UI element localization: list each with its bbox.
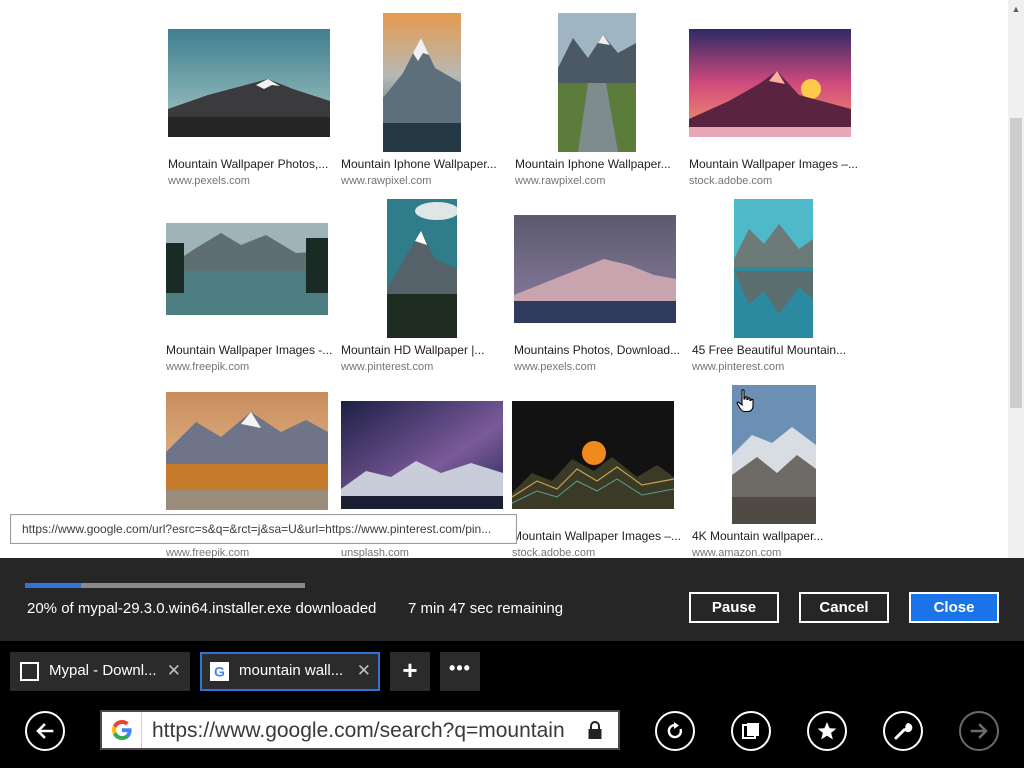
google-icon: G bbox=[210, 662, 229, 681]
tools-button[interactable] bbox=[883, 711, 923, 751]
forward-icon bbox=[970, 723, 988, 739]
result-domain: www.freepik.com bbox=[166, 361, 250, 373]
result-thumbnail[interactable] bbox=[558, 13, 636, 152]
result-thumbnail[interactable] bbox=[514, 215, 676, 323]
result-domain: www.pexels.com bbox=[514, 361, 596, 373]
svg-text:G: G bbox=[214, 664, 225, 680]
result-thumbnail[interactable] bbox=[166, 223, 328, 315]
result-title[interactable]: Mountain Wallpaper Images -... bbox=[166, 343, 332, 357]
link-url-tooltip: https://www.google.com/url?esrc=s&q=&rct… bbox=[10, 514, 517, 544]
download-time-remaining: 7 min 47 sec remaining bbox=[408, 600, 564, 617]
image-results-grid: Mountain Wallpaper Photos,... www.pexels… bbox=[0, 0, 1008, 558]
download-status-text: 20% of mypal-29.3.0.win64.installer.exe … bbox=[27, 600, 377, 617]
favorite-icon bbox=[817, 722, 837, 740]
result-domain: stock.adobe.com bbox=[689, 175, 773, 187]
result-thumbnail[interactable] bbox=[383, 13, 461, 152]
result-title[interactable]: Mountain Iphone Wallpaper... bbox=[341, 157, 497, 171]
address-bar[interactable] bbox=[100, 710, 620, 750]
tab-label: Mypal - Downl... bbox=[49, 662, 157, 679]
navigation-bar bbox=[0, 703, 1024, 768]
tabs-icon bbox=[742, 723, 759, 739]
tabs-button[interactable] bbox=[731, 711, 771, 751]
result-thumbnail[interactable] bbox=[387, 199, 457, 338]
result-domain: unsplash.com bbox=[341, 547, 409, 558]
result-title[interactable]: 45 Free Beautiful Mountain... bbox=[692, 343, 846, 357]
favorite-button[interactable] bbox=[807, 711, 847, 751]
result-domain: www.pinterest.com bbox=[341, 361, 434, 373]
site-favicon bbox=[102, 712, 142, 748]
url-input[interactable] bbox=[144, 712, 582, 748]
back-button[interactable] bbox=[25, 711, 65, 751]
result-domain: stock.adobe.com bbox=[512, 547, 596, 558]
download-progress-bar bbox=[25, 583, 305, 588]
reload-icon bbox=[667, 722, 683, 739]
scrollbar-thumb[interactable] bbox=[1010, 118, 1022, 408]
scroll-up-arrow-icon[interactable]: ▲ bbox=[1008, 0, 1024, 18]
result-domain: www.pinterest.com bbox=[692, 361, 785, 373]
vertical-scrollbar[interactable]: ▲ bbox=[1008, 0, 1024, 558]
google-icon bbox=[112, 720, 132, 740]
result-domain: www.amazon.com bbox=[692, 547, 782, 558]
close-button[interactable]: Close bbox=[909, 592, 999, 623]
cancel-button[interactable]: Cancel bbox=[799, 592, 889, 623]
result-title[interactable]: 4K Mountain wallpaper... bbox=[692, 529, 823, 543]
result-title[interactable]: Mountain Wallpaper Images –... bbox=[689, 157, 858, 171]
result-domain: www.rawpixel.com bbox=[341, 175, 432, 187]
tab-strip: Mypal - Downl... ✕ G mountain wall... ✕ … bbox=[0, 641, 1024, 703]
result-domain: www.rawpixel.com bbox=[515, 175, 606, 187]
close-tab-icon[interactable]: ✕ bbox=[167, 661, 181, 681]
lock-icon bbox=[588, 721, 602, 739]
result-title[interactable]: Mountain Iphone Wallpaper... bbox=[515, 157, 671, 171]
back-icon bbox=[36, 723, 54, 739]
hand-pointer-icon bbox=[736, 389, 754, 413]
page-icon bbox=[20, 662, 39, 681]
result-thumbnail[interactable] bbox=[341, 401, 503, 509]
result-title[interactable]: Mountain Wallpaper Photos,... bbox=[168, 157, 328, 171]
new-tab-button[interactable]: + bbox=[390, 652, 430, 691]
result-domain: www.pexels.com bbox=[168, 175, 250, 187]
result-title[interactable]: Mountain HD Wallpaper |... bbox=[341, 343, 484, 357]
tab-mypal-downloads[interactable]: Mypal - Downl... ✕ bbox=[10, 652, 190, 691]
result-thumbnail[interactable] bbox=[734, 199, 813, 338]
result-thumbnail[interactable] bbox=[166, 392, 328, 510]
reload-button[interactable] bbox=[655, 711, 695, 751]
result-thumbnail[interactable] bbox=[689, 29, 851, 137]
result-title[interactable]: Mountains Photos, Download... bbox=[514, 343, 680, 357]
forward-button[interactable] bbox=[959, 711, 999, 751]
tab-label: mountain wall... bbox=[239, 662, 344, 679]
download-progress-fill bbox=[25, 583, 81, 588]
close-tab-icon[interactable]: ✕ bbox=[357, 661, 371, 681]
result-title[interactable]: Mountain Wallpaper Images –... bbox=[512, 529, 681, 543]
tools-icon bbox=[894, 723, 913, 740]
tab-menu-button[interactable]: ••• bbox=[440, 652, 480, 691]
result-thumbnail[interactable] bbox=[168, 29, 330, 137]
result-domain: www.freepik.com bbox=[166, 547, 250, 558]
tab-google-search[interactable]: G mountain wall... ✕ bbox=[200, 652, 380, 691]
download-notification-bar: 20% of mypal-29.3.0.win64.installer.exe … bbox=[0, 558, 1024, 641]
result-thumbnail[interactable] bbox=[512, 401, 674, 509]
pause-button[interactable]: Pause bbox=[689, 592, 779, 623]
